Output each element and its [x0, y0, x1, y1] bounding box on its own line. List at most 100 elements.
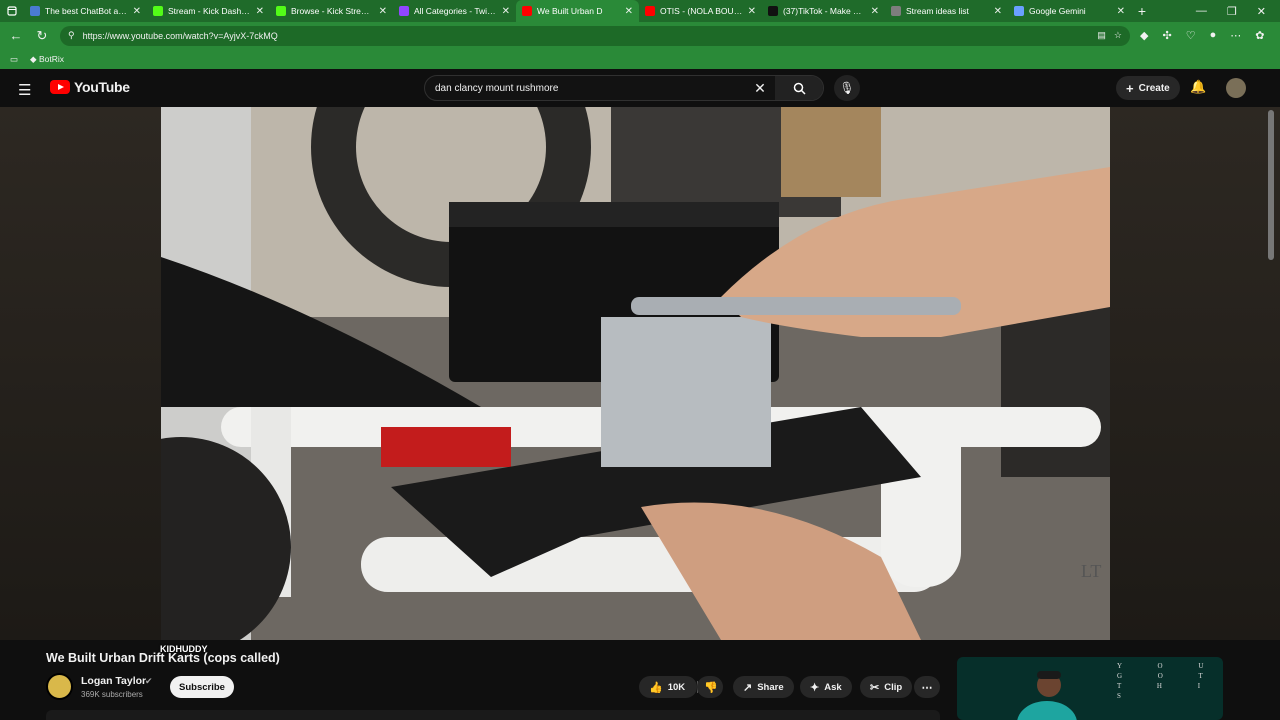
tab-favicon-icon [1014, 6, 1024, 16]
refresh-icon[interactable]: ↻ [34, 28, 50, 44]
sidebar-ad-card[interactable]: Y O U G O T T H I S [957, 657, 1223, 720]
clip-button[interactable]: ✂ Clip [860, 676, 913, 698]
sparkle-icon: ✦ [810, 681, 820, 694]
bookmarks-menu-icon[interactable]: ▭ [10, 54, 18, 65]
tab-favicon-icon [522, 6, 532, 16]
bookmark-label: BotRix [38, 53, 64, 64]
channel-avatar[interactable] [46, 673, 73, 700]
tab-close-icon[interactable]: ✕ [133, 6, 141, 17]
search-icon [793, 82, 806, 95]
tab-favicon-icon [276, 6, 286, 16]
tab-close-icon[interactable]: ✕ [625, 6, 633, 17]
video-player[interactable]: LT [0, 107, 1280, 640]
dislike-button[interactable]: 👎 [697, 676, 723, 698]
more-dots-icon: ⋯ [921, 681, 933, 694]
browser-tab[interactable]: All Categories - Twitch ✕ [393, 0, 516, 22]
back-icon[interactable]: ← [8, 28, 24, 43]
like-button[interactable]: 👍 10K [639, 676, 697, 698]
browser-tab[interactable]: Browse - Kick Streamin ✕ [270, 0, 393, 22]
channel-name[interactable]: Logan Taylor [81, 675, 146, 687]
profile-icon[interactable]: ● [1210, 29, 1217, 42]
ad-tagline: Y O U G O T T H I S [1117, 662, 1221, 700]
url-text: https://www.youtube.com/watch?v=AyjvX-7c… [82, 30, 278, 41]
voice-search-mic-icon[interactable]: 🎙 [834, 75, 860, 101]
tab-favicon-icon [645, 6, 655, 16]
browser-tab[interactable]: Google Gemini ✕ [1008, 0, 1131, 22]
close-window-icon[interactable]: ✕ [1257, 5, 1266, 18]
youtube-play-icon [50, 80, 70, 94]
create-button[interactable]: + Create [1116, 76, 1180, 100]
browser-tab[interactable]: We Built Urban D ✕ [516, 0, 639, 22]
tab-close-icon[interactable]: ✕ [502, 6, 510, 17]
clear-search-icon[interactable]: ✕ [745, 80, 775, 97]
tab-close-icon[interactable]: ✕ [1117, 6, 1125, 17]
tab-close-icon[interactable]: ✕ [994, 6, 1002, 17]
menu-hamburger-icon[interactable]: ☰ [18, 81, 31, 99]
youtube-logo[interactable]: YouTube [50, 79, 130, 95]
tab-title: Google Gemini [1029, 6, 1086, 16]
account-avatar[interactable] [1226, 78, 1246, 98]
share-label: Share [757, 681, 784, 693]
url-field[interactable]: ⚲ https://www.youtube.com/watch?v=AyjvX-… [60, 25, 1130, 46]
tab-close-icon[interactable]: ✕ [748, 6, 756, 17]
browser-tab[interactable]: Stream - Kick Dashboar ✕ [147, 0, 270, 22]
clip-label: Clip [884, 681, 903, 693]
subscribe-button[interactable]: Subscribe [170, 676, 234, 698]
tab-close-icon[interactable]: ✕ [871, 6, 879, 17]
thumbs-down-icon: 👎 [704, 681, 718, 694]
maximize-icon[interactable]: ❐ [1227, 5, 1237, 18]
share-button[interactable]: ↗ Share [733, 676, 794, 698]
ambient-left [0, 107, 161, 640]
browser-tab[interactable]: (37)TikTok - Make Your ✕ [762, 0, 885, 22]
watermark: LT [1081, 561, 1101, 581]
logo-text: YouTube [74, 79, 130, 95]
scissors-icon: ✂ [870, 681, 880, 694]
youtube-header: ☰ YouTube dan clancy mount rushmore ✕ 🎙 … [0, 69, 1280, 107]
tab-title: (37)TikTok - Make Your [783, 6, 866, 16]
extensions-puzzle-icon[interactable]: ✣ [1162, 29, 1171, 42]
browser-tab[interactable]: OTIS - (NOLA BOUNCE ✕ [639, 0, 762, 22]
more-actions-button[interactable]: ⋯ [914, 676, 940, 698]
plus-icon: + [1126, 80, 1134, 96]
tab-title: Stream - Kick Dashboar [168, 6, 251, 16]
notifications-bell-icon[interactable]: 🔔 [1190, 79, 1206, 95]
window-controls: — ❐ ✕ [1196, 5, 1280, 18]
video-content-image: LT [161, 107, 1110, 640]
browser-tab-bar: The best ChatBot and ✕ Stream - Kick Dash… [0, 0, 1280, 22]
thumbs-up-icon: 👍 [649, 681, 663, 694]
ask-button[interactable]: ✦ Ask [800, 676, 852, 698]
tab-title: Browse - Kick Streamin [291, 6, 374, 16]
create-label: Create [1138, 82, 1170, 94]
description-box-edge [46, 710, 940, 720]
bookmark-botrix[interactable]: ◆ BotRix [30, 54, 64, 65]
new-tab-button[interactable]: + [1131, 3, 1153, 19]
subscriber-count: 369K subscribers [81, 690, 143, 699]
reader-icon[interactable]: ▤ [1097, 30, 1106, 41]
favorite-star-icon[interactable]: ☆ [1114, 30, 1122, 41]
site-info-icon[interactable]: ⚲ [68, 30, 75, 41]
ask-label: Ask [824, 681, 842, 693]
minimize-icon[interactable]: — [1196, 5, 1207, 18]
performance-icon[interactable]: ♡ [1186, 29, 1196, 42]
tab-title: All Categories - Twitch [414, 6, 497, 16]
search-box: dan clancy mount rushmore ✕ [424, 75, 824, 101]
tab-close-icon[interactable]: ✕ [256, 6, 264, 17]
copilot-icon[interactable]: ✿ [1255, 29, 1264, 42]
toolbar-icons: ◆ ✣ ♡ ● ⋯ ✿ [1140, 29, 1264, 42]
tab-close-icon[interactable]: ✕ [379, 6, 387, 17]
tab-title: OTIS - (NOLA BOUNCE [660, 6, 743, 16]
browser-tab[interactable]: Stream ideas list ✕ [885, 0, 1008, 22]
browser-tab[interactable]: The best ChatBot and ✕ [24, 0, 147, 22]
share-arrow-icon: ↗ [743, 681, 753, 694]
tab-favicon-icon [153, 6, 163, 16]
tab-title: We Built Urban D [537, 6, 603, 16]
tab-actions-icon[interactable] [0, 6, 24, 16]
settings-more-icon[interactable]: ⋯ [1230, 29, 1241, 42]
overlay-tag: KIDHUDDY [160, 644, 208, 654]
tab-favicon-icon [399, 6, 409, 16]
page-scrollbar[interactable] [1268, 110, 1274, 260]
search-button[interactable] [775, 76, 823, 100]
search-input[interactable]: dan clancy mount rushmore [425, 83, 745, 94]
extension-icon[interactable]: ◆ [1140, 29, 1148, 42]
video-frame[interactable]: LT [161, 107, 1110, 640]
